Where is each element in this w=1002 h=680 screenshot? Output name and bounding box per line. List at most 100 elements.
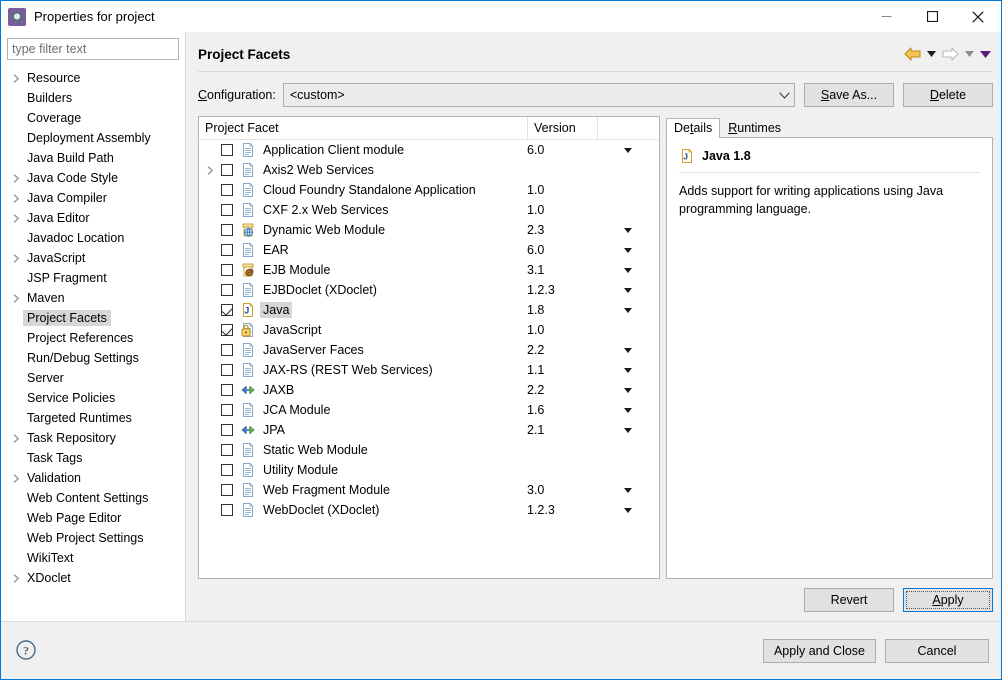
facet-checkbox[interactable]: [221, 304, 233, 316]
facet-version[interactable]: 6.0: [527, 243, 597, 257]
chevron-right-icon[interactable]: [9, 73, 23, 83]
chevron-right-icon[interactable]: [9, 213, 23, 223]
chevron-right-icon[interactable]: [199, 165, 221, 175]
facet-checkbox[interactable]: [221, 244, 233, 256]
chevron-right-icon[interactable]: [9, 573, 23, 583]
forward-arrow-icon[interactable]: [939, 44, 961, 64]
table-row[interactable]: EJBDoclet (XDoclet) 1.2.3: [199, 280, 659, 300]
sidebar-item-wikitext[interactable]: WikiText: [1, 548, 185, 568]
sidebar-item-jsp-fragment[interactable]: JSP Fragment: [1, 268, 185, 288]
table-row[interactable]: Dynamic Web Module 2.3: [199, 220, 659, 240]
table-row[interactable]: Application Client module 6.0: [199, 140, 659, 160]
facet-version[interactable]: 2.2: [527, 383, 597, 397]
version-chevron-down-icon[interactable]: [597, 267, 659, 273]
column-header-version[interactable]: Version: [527, 117, 597, 139]
facet-version[interactable]: 1.1: [527, 363, 597, 377]
version-chevron-down-icon[interactable]: [597, 287, 659, 293]
facet-checkbox[interactable]: [221, 164, 233, 176]
facet-checkbox[interactable]: [221, 324, 233, 336]
facet-checkbox[interactable]: [221, 404, 233, 416]
sidebar-item-java-editor[interactable]: Java Editor: [1, 208, 185, 228]
sidebar-item-server[interactable]: Server: [1, 368, 185, 388]
facet-checkbox[interactable]: [221, 504, 233, 516]
table-row[interactable]: JAXB 2.2: [199, 380, 659, 400]
sidebar-item-javadoc-location[interactable]: Javadoc Location: [1, 228, 185, 248]
table-row[interactable]: JAX-RS (REST Web Services) 1.1: [199, 360, 659, 380]
version-chevron-down-icon[interactable]: [597, 407, 659, 413]
chevron-right-icon[interactable]: [9, 173, 23, 183]
table-row[interactable]: JCA Module 1.6: [199, 400, 659, 420]
cancel-button[interactable]: Cancel: [885, 638, 989, 663]
sidebar-item-javascript[interactable]: JavaScript: [1, 248, 185, 268]
facet-checkbox[interactable]: [221, 144, 233, 156]
view-menu-chevron-down-icon[interactable]: [977, 44, 993, 64]
facet-version[interactable]: 1.6: [527, 403, 597, 417]
back-history-chevron-down-icon[interactable]: [923, 44, 939, 64]
sidebar-item-web-project-settings[interactable]: Web Project Settings: [1, 528, 185, 548]
facet-checkbox[interactable]: [221, 284, 233, 296]
facet-version[interactable]: 1.2.3: [527, 283, 597, 297]
search-input[interactable]: [7, 38, 179, 60]
version-chevron-down-icon[interactable]: [597, 227, 659, 233]
table-row[interactable]: Static Web Module: [199, 440, 659, 460]
facet-version[interactable]: 3.0: [527, 483, 597, 497]
tab-details[interactable]: Details: [666, 118, 721, 138]
table-row[interactable]: EAR 6.0: [199, 240, 659, 260]
version-chevron-down-icon[interactable]: [597, 427, 659, 433]
column-header-project-facet[interactable]: Project Facet: [199, 117, 527, 139]
sidebar-item-resource[interactable]: Resource: [1, 68, 185, 88]
facet-checkbox[interactable]: [221, 184, 233, 196]
save-as-button[interactable]: Save As...: [804, 83, 894, 107]
facet-checkbox[interactable]: [221, 424, 233, 436]
tab-runtimes[interactable]: Runtimes: [720, 118, 789, 138]
version-chevron-down-icon[interactable]: [597, 307, 659, 313]
table-row[interactable]: J Java 1.8: [199, 300, 659, 320]
facet-version[interactable]: 1.0: [527, 183, 597, 197]
sidebar-item-deployment-assembly[interactable]: Deployment Assembly: [1, 128, 185, 148]
sidebar-item-service-policies[interactable]: Service Policies: [1, 388, 185, 408]
maximize-icon[interactable]: [909, 1, 955, 32]
table-row[interactable]: Axis2 Web Services: [199, 160, 659, 180]
facet-version[interactable]: 1.8: [527, 303, 597, 317]
sidebar-item-xdoclet[interactable]: XDoclet: [1, 568, 185, 588]
table-row[interactable]: JavaScript 1.0: [199, 320, 659, 340]
facet-version[interactable]: 3.1: [527, 263, 597, 277]
chevron-right-icon[interactable]: [9, 433, 23, 443]
facet-checkbox[interactable]: [221, 264, 233, 276]
back-arrow-icon[interactable]: [901, 44, 923, 64]
facet-checkbox[interactable]: [221, 344, 233, 356]
sidebar-item-task-tags[interactable]: Task Tags: [1, 448, 185, 468]
table-row[interactable]: Cloud Foundry Standalone Application 1.0: [199, 180, 659, 200]
sidebar-item-java-code-style[interactable]: Java Code Style: [1, 168, 185, 188]
column-header-extra[interactable]: [597, 117, 659, 139]
table-row[interactable]: CXF 2.x Web Services 1.0: [199, 200, 659, 220]
version-chevron-down-icon[interactable]: [597, 387, 659, 393]
sidebar-item-builders[interactable]: Builders: [1, 88, 185, 108]
chevron-right-icon[interactable]: [9, 473, 23, 483]
chevron-right-icon[interactable]: [9, 293, 23, 303]
facet-version[interactable]: 1.2.3: [527, 503, 597, 517]
version-chevron-down-icon[interactable]: [597, 487, 659, 493]
facet-version[interactable]: 2.1: [527, 423, 597, 437]
facet-version[interactable]: 1.0: [527, 323, 597, 337]
facet-version[interactable]: 2.3: [527, 223, 597, 237]
forward-history-chevron-down-icon[interactable]: [961, 44, 977, 64]
version-chevron-down-icon[interactable]: [597, 507, 659, 513]
sidebar-item-validation[interactable]: Validation: [1, 468, 185, 488]
table-row[interactable]: Utility Module: [199, 460, 659, 480]
sidebar-item-web-content-settings[interactable]: Web Content Settings: [1, 488, 185, 508]
facet-version[interactable]: 2.2: [527, 343, 597, 357]
help-icon[interactable]: ?: [15, 639, 39, 663]
sidebar-item-targeted-runtimes[interactable]: Targeted Runtimes: [1, 408, 185, 428]
facet-checkbox[interactable]: [221, 444, 233, 456]
facet-checkbox[interactable]: [221, 484, 233, 496]
table-row[interactable]: WebDoclet (XDoclet) 1.2.3: [199, 500, 659, 520]
apply-button[interactable]: Apply: [903, 588, 993, 612]
facet-version[interactable]: 1.0: [527, 203, 597, 217]
sidebar-item-java-compiler[interactable]: Java Compiler: [1, 188, 185, 208]
sidebar-item-java-build-path[interactable]: Java Build Path: [1, 148, 185, 168]
facet-checkbox[interactable]: [221, 224, 233, 236]
facet-version[interactable]: 6.0: [527, 143, 597, 157]
version-chevron-down-icon[interactable]: [597, 347, 659, 353]
facet-checkbox[interactable]: [221, 364, 233, 376]
